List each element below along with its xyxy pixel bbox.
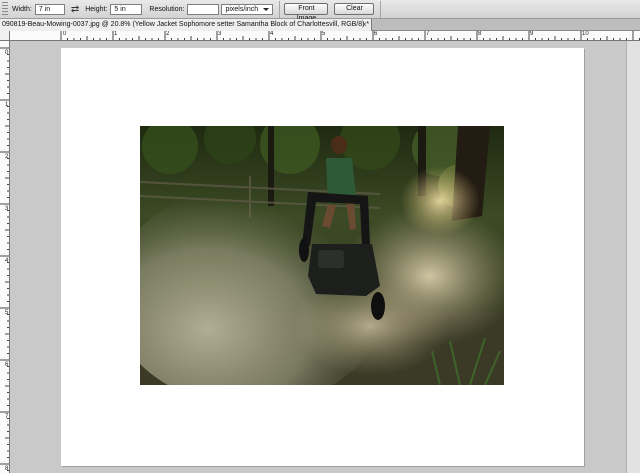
ruler-number: 2 [166, 31, 170, 37]
ruler-number: 4 [5, 258, 9, 264]
resolution-label: Resolution: [149, 5, 185, 13]
front-image-button[interactable]: Front Image [284, 3, 329, 22]
ruler-number: 4 [270, 31, 274, 37]
ruler-origin[interactable] [0, 31, 10, 41]
ruler-number: 7 [5, 414, 9, 420]
swap-arrows-icon[interactable]: ⇄ [71, 4, 79, 15]
vertical-ruler[interactable]: 0 1 2 3 4 5 6 7 8 [0, 41, 10, 473]
ruler-number: 5 [5, 310, 9, 316]
close-icon[interactable]: × [362, 19, 367, 30]
toolbar-grip-icon[interactable] [2, 1, 8, 17]
ruler-number: 0 [63, 31, 67, 37]
height-label: Height: [85, 5, 108, 13]
ruler-number: 10 [582, 31, 589, 37]
width-label: Width: [12, 5, 32, 13]
height-field[interactable]: 5 in [110, 3, 143, 15]
vertical-scrollbar[interactable] [626, 41, 640, 473]
mowing-photo[interactable] [140, 126, 504, 385]
horizontal-ruler[interactable]: 0 1 2 3 4 5 6 7 8 9 10 [10, 31, 640, 41]
ruler-number: 1 [114, 31, 118, 37]
resolution-field[interactable] [187, 3, 220, 15]
ruler-number: 9 [530, 31, 534, 37]
ruler-number: 5 [322, 31, 326, 37]
document-tab-title: 090819-Beau-Mowing-0037.jpg @ 20.8% (Yel… [2, 21, 370, 28]
clear-button[interactable]: Clear [334, 3, 375, 15]
ruler-number: 0 [5, 50, 9, 56]
ruler-number: 8 [5, 466, 9, 472]
chevron-down-icon [263, 7, 270, 11]
ruler-number: 3 [218, 31, 222, 37]
ruler-number: 7 [426, 31, 430, 37]
ruler-number: 3 [5, 206, 9, 212]
width-field[interactable]: 7 in [34, 3, 65, 15]
document-tab-strip: 090819-Beau-Mowing-0037.jpg @ 20.8% (Yel… [0, 19, 640, 31]
toolbar-separator [380, 0, 382, 18]
ruler-number: 8 [478, 31, 482, 37]
document-tab[interactable]: 090819-Beau-Mowing-0037.jpg @ 20.8% (Yel… [0, 19, 372, 31]
options-bar: Width: 7 in ⇄ Height: 5 in Resolution: p… [0, 0, 640, 22]
resolution-unit-select[interactable]: pixels/inch [221, 3, 274, 15]
ruler-number: 1 [5, 102, 9, 108]
ruler-number: 6 [5, 362, 9, 368]
toolbar-separator [279, 0, 281, 18]
ruler-number: 2 [5, 154, 9, 160]
photo-image [140, 126, 504, 385]
ruler-number: 6 [374, 31, 378, 37]
resolution-unit-value: pixels/inch [225, 5, 259, 13]
